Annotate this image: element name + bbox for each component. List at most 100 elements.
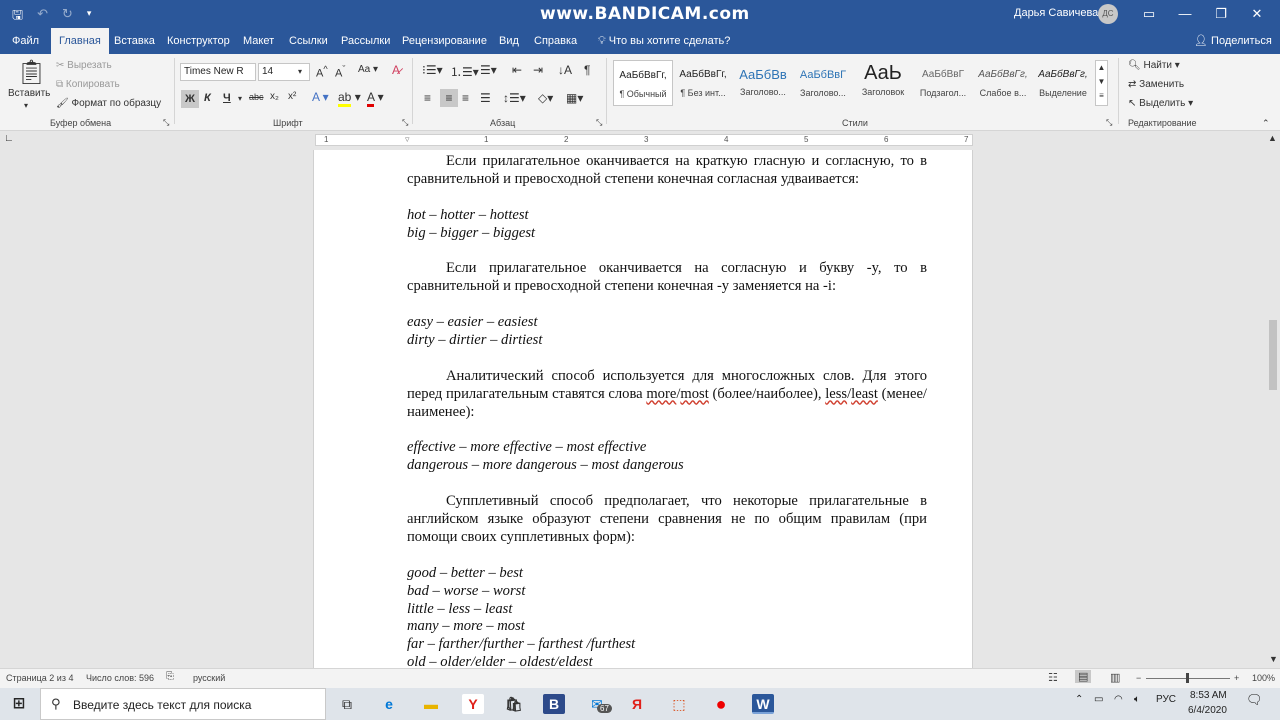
document-body[interactable]: Если прилагательное оканчивается на крат… <box>407 153 927 668</box>
scrollbar-thumb[interactable] <box>1269 320 1277 390</box>
document-page[interactable]: Если прилагательное оканчивается на крат… <box>313 150 973 668</box>
avatar[interactable]: ДС <box>1098 4 1118 24</box>
word-icon[interactable]: W <box>752 694 774 714</box>
italic-button[interactable]: К <box>204 92 211 104</box>
paste-button[interactable]: Вставить <box>8 88 50 99</box>
first-line-indent-marker-icon[interactable]: ▿ <box>405 134 410 145</box>
underline-dropdown-icon[interactable]: ▾ <box>238 94 242 103</box>
edge-icon[interactable]: e <box>378 694 400 714</box>
office-icon[interactable]: ⬚ <box>668 694 690 714</box>
text-effects-icon[interactable]: A ▾ <box>312 90 329 104</box>
ribbon-display-options-icon[interactable]: ▭ <box>1134 4 1164 24</box>
zoom-slider-thumb[interactable] <box>1186 673 1189 683</box>
scroll-down-icon[interactable]: ▼ <box>1269 654 1278 664</box>
font-size-combo[interactable]: 14 <box>258 63 310 81</box>
close-icon[interactable]: ✕ <box>1242 4 1272 24</box>
horizontal-ruler[interactable]: 1 ▿ 1 2 3 4 5 6 7 <box>315 134 973 146</box>
notifications-icon[interactable]: 🗨︎ <box>1246 692 1263 708</box>
web-layout-icon[interactable]: ▥ <box>1110 671 1120 684</box>
clear-formatting-icon[interactable]: A̷ <box>392 63 400 77</box>
proofing-icon[interactable]: ⎘ <box>166 671 174 682</box>
style-subtitle[interactable]: АаБбВвГ Подзагол... <box>913 60 973 106</box>
format-painter-button[interactable]: 🖌︎ Формат по образцу <box>56 98 161 109</box>
font-size-dropdown-icon[interactable]: ▾ <box>298 67 302 76</box>
tab-selector-icon[interactable]: ∟ <box>4 133 14 144</box>
style-title[interactable]: АаЬ Заголовок <box>853 60 913 106</box>
taskbar-search[interactable]: ⚲ Введите здесь текст для поиска <box>40 688 326 720</box>
paragraph-launcher-icon[interactable]: ⤡ <box>596 118 602 128</box>
tab-mailings[interactable]: Рассылки <box>333 28 398 54</box>
page-count[interactable]: Страница 2 из 4 <box>6 673 73 683</box>
tab-review[interactable]: Рецензирование <box>394 28 495 54</box>
spell-error[interactable]: least <box>851 386 878 402</box>
align-right-icon[interactable]: ≡ <box>462 91 469 105</box>
input-language[interactable]: РУС <box>1156 694 1176 705</box>
style-subtle-emphasis[interactable]: АаБбВвГг, Слабое в... <box>973 60 1033 106</box>
grow-font-icon[interactable]: A^ <box>316 64 328 80</box>
bold-button[interactable]: Ж <box>181 90 199 108</box>
tab-layout[interactable]: Макет <box>235 28 282 54</box>
bullets-icon[interactable]: ⁝☰▾ <box>422 63 443 77</box>
tab-view[interactable]: Вид <box>491 28 527 54</box>
shrink-font-icon[interactable]: Aˇ <box>335 64 345 80</box>
focus-mode-icon[interactable]: ☷ <box>1048 671 1058 684</box>
minimize-icon[interactable]: — <box>1170 4 1200 24</box>
tray-chevron-icon[interactable]: ⌃ <box>1075 694 1083 705</box>
zoom-level[interactable]: 100% <box>1252 673 1275 683</box>
clock-time[interactable]: 8:53 AM <box>1190 690 1227 701</box>
print-layout-icon[interactable]: ▤ <box>1075 670 1092 683</box>
align-left-icon[interactable]: ≡ <box>424 91 431 105</box>
spell-error[interactable]: less <box>825 386 847 402</box>
collapse-ribbon-icon[interactable]: ⌃ <box>1262 118 1270 129</box>
multilevel-list-icon[interactable]: ☰▾ <box>480 63 497 77</box>
file-explorer-icon[interactable]: ▬ <box>420 694 442 714</box>
save-icon[interactable]: 🖫 <box>12 6 23 28</box>
copy-button[interactable]: ⧉ Копировать <box>56 79 120 90</box>
clipboard-launcher-icon[interactable]: ⤡ <box>163 118 169 128</box>
paste-dropdown-icon[interactable]: ▾ <box>24 101 28 110</box>
style-no-spacing[interactable]: АаБбВвГг, ¶ Без инт... <box>673 60 733 106</box>
subscript-button[interactable]: x₂ <box>270 91 279 102</box>
align-center-icon[interactable]: ≡ <box>440 89 458 107</box>
justify-icon[interactable]: ☰ <box>480 91 491 105</box>
language[interactable]: русский <box>193 673 225 683</box>
pilcrow-icon[interactable]: ¶ <box>584 63 590 77</box>
font-color-icon[interactable]: A ▾ <box>367 90 384 107</box>
yandex-browser-icon[interactable]: Y <box>462 694 484 714</box>
styles-launcher-icon[interactable]: ⤡ <box>1106 118 1112 128</box>
spell-error[interactable]: most <box>680 386 708 402</box>
share-button[interactable]: 👤︎ Поделиться <box>1186 28 1280 54</box>
network-icon[interactable]: ▭ <box>1094 694 1103 705</box>
tell-me-box[interactable]: 💡︎ Что вы хотите сделать? <box>590 28 738 54</box>
undo-icon[interactable]: ↶ <box>37 6 48 28</box>
store-icon[interactable]: 🛍︎ <box>503 694 525 714</box>
select-button[interactable]: ↖ Выделить ▾ <box>1128 98 1193 109</box>
word-count[interactable]: Число слов: 596 <box>86 673 154 683</box>
task-view-icon[interactable]: ⧉ <box>336 694 358 714</box>
font-launcher-icon[interactable]: ⤡ <box>402 118 408 128</box>
record-icon[interactable]: ● <box>710 694 732 714</box>
style-heading1[interactable]: АаБбВв Заголово... <box>733 60 793 106</box>
tab-design[interactable]: Конструктор <box>159 28 238 54</box>
windows-start-icon[interactable]: ⊞ <box>8 694 30 714</box>
cut-button[interactable]: ✂ Вырезать <box>56 60 112 71</box>
borders-icon[interactable]: ▦▾ <box>566 91 583 105</box>
restore-icon[interactable]: ❐ <box>1206 4 1236 24</box>
underline-button[interactable]: Ч <box>223 92 231 104</box>
decrease-indent-icon[interactable]: ⇤ <box>512 63 522 77</box>
spell-error[interactable]: more <box>646 386 676 402</box>
yandex-icon[interactable]: Я <box>626 694 648 714</box>
tab-file[interactable]: Файл <box>4 28 47 54</box>
font-name-combo[interactable]: Times New R <box>180 63 256 81</box>
change-case-icon[interactable]: Aa ▾ <box>358 64 378 75</box>
strikethrough-button[interactable]: abc <box>249 92 264 102</box>
superscript-button[interactable]: x² <box>288 91 296 102</box>
bandicam-app-icon[interactable]: B <box>543 694 565 714</box>
style-heading2[interactable]: АаБбВвГ Заголово... <box>793 60 853 106</box>
line-spacing-icon[interactable]: ↕☰▾ <box>503 91 526 105</box>
zoom-out-icon[interactable]: − <box>1136 673 1141 683</box>
find-button[interactable]: 🔍︎ Найти ▾ <box>1128 60 1180 71</box>
zoom-in-icon[interactable]: + <box>1234 673 1239 683</box>
numbering-icon[interactable]: ⒈☰▾ <box>450 63 479 80</box>
vertical-scrollbar[interactable]: ▼ <box>1266 150 1280 668</box>
